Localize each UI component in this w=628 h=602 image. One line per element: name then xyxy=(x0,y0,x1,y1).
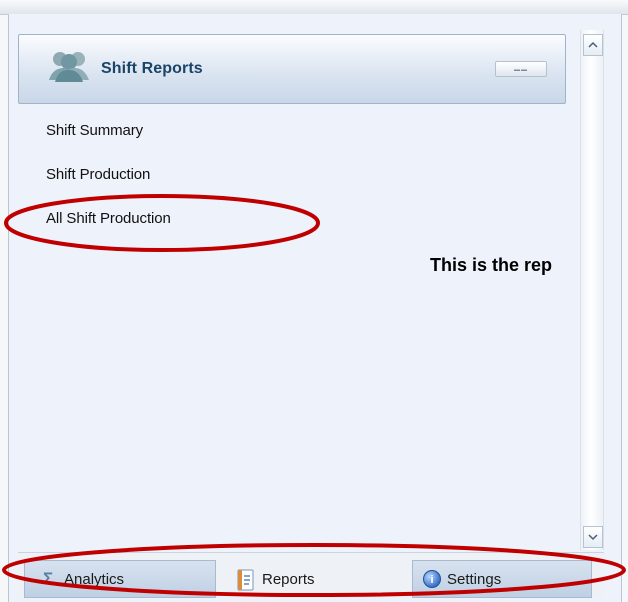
shift-reports-header: Shift Reports …… xyxy=(18,34,566,104)
scroll-up-button[interactable] xyxy=(583,34,603,56)
app-frame: Shift Reports …… Shift Summary Shift Pro… xyxy=(0,0,628,602)
settings-label: Settings xyxy=(447,570,502,588)
menu-item-shift-summary[interactable]: Shift Summary xyxy=(46,122,143,139)
scroll-down-button[interactable] xyxy=(583,526,603,548)
analytics-label: Analytics xyxy=(64,570,125,588)
analytics-tab[interactable]: Σ Analytics xyxy=(24,560,216,598)
settings-tab[interactable]: i Settings xyxy=(412,560,592,598)
menu-item-shift-production[interactable]: Shift Production xyxy=(46,166,150,183)
info-icon: i xyxy=(423,570,441,588)
vertical-scrollbar[interactable] xyxy=(580,30,604,550)
panel-title: Shift Reports xyxy=(101,60,203,77)
report-icon xyxy=(237,569,254,591)
reports-label: Reports xyxy=(262,570,315,588)
top-edge xyxy=(0,0,628,15)
chevron-up-icon xyxy=(588,41,598,48)
annotation-text: This is the rep xyxy=(430,255,553,275)
sigma-icon: Σ xyxy=(43,569,54,588)
reports-tab[interactable]: Reports xyxy=(226,560,392,598)
more-button[interactable]: …… xyxy=(495,61,547,77)
users-icon xyxy=(49,52,89,82)
menu-item-all-shift-production[interactable]: All Shift Production xyxy=(46,210,171,227)
chevron-down-icon xyxy=(588,534,598,541)
